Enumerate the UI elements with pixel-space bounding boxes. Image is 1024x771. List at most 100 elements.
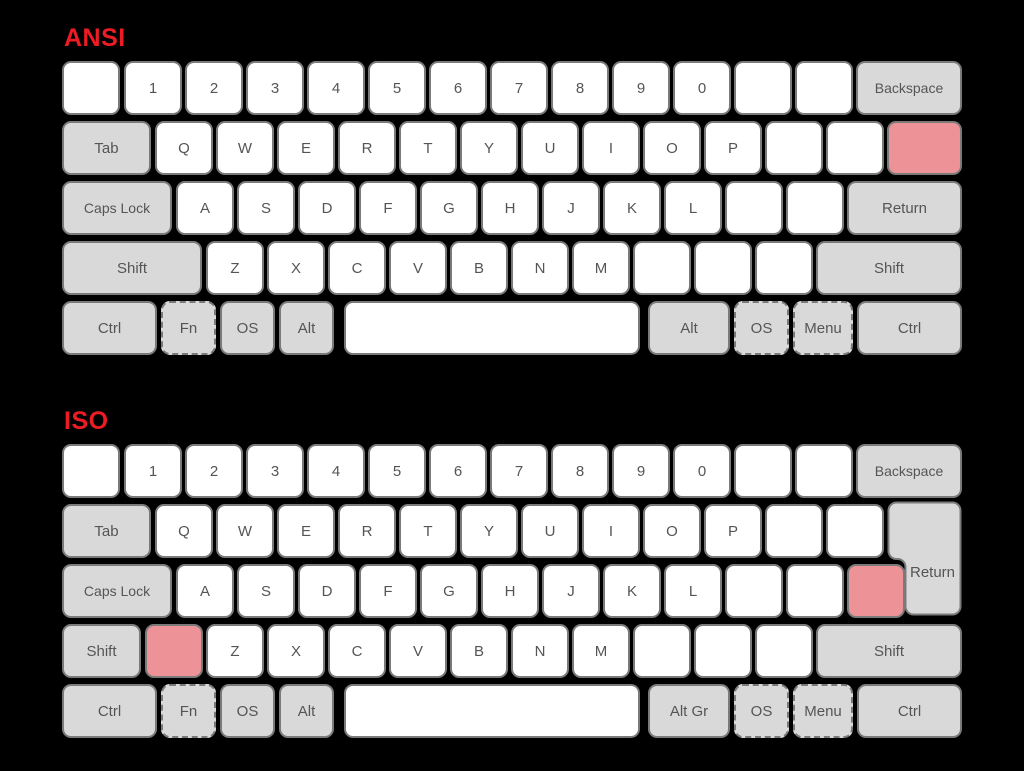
key-y[interactable]: Y xyxy=(460,121,518,175)
key-l[interactable]: L xyxy=(664,181,722,235)
key-f[interactable]: F xyxy=(359,181,417,235)
key-blank[interactable] xyxy=(795,61,853,115)
key-n[interactable]: N xyxy=(511,624,569,678)
key-g[interactable]: G xyxy=(420,181,478,235)
key-backspace[interactable]: Backspace xyxy=(856,61,962,115)
key-j[interactable]: J xyxy=(542,181,600,235)
key-blank[interactable] xyxy=(62,444,120,498)
key-blank[interactable] xyxy=(826,504,884,558)
key-5[interactable]: 5 xyxy=(368,61,426,115)
key-blank[interactable] xyxy=(765,504,823,558)
key-return[interactable]: Return xyxy=(847,181,962,235)
key-blank[interactable] xyxy=(826,121,884,175)
key-b[interactable]: B xyxy=(450,241,508,295)
key-os[interactable]: OS xyxy=(220,301,275,355)
key-fn[interactable]: Fn xyxy=(161,684,216,738)
key-shift[interactable]: Shift xyxy=(816,241,962,295)
key-k[interactable]: K xyxy=(603,564,661,618)
key-e[interactable]: E xyxy=(277,121,335,175)
key-blank[interactable] xyxy=(887,121,962,175)
key-alt[interactable]: Alt xyxy=(279,684,334,738)
key-return-iso[interactable]: Return xyxy=(887,501,962,616)
key-g[interactable]: G xyxy=(420,564,478,618)
key-v[interactable]: V xyxy=(389,241,447,295)
key-blank[interactable] xyxy=(755,241,813,295)
key-blank[interactable] xyxy=(734,61,792,115)
key-i[interactable]: I xyxy=(582,504,640,558)
key-y[interactable]: Y xyxy=(460,504,518,558)
key-s[interactable]: S xyxy=(237,564,295,618)
key-z[interactable]: Z xyxy=(206,241,264,295)
key-0[interactable]: 0 xyxy=(673,61,731,115)
key-r[interactable]: R xyxy=(338,504,396,558)
key-l[interactable]: L xyxy=(664,564,722,618)
key-h[interactable]: H xyxy=(481,564,539,618)
key-9[interactable]: 9 xyxy=(612,444,670,498)
key-6[interactable]: 6 xyxy=(429,61,487,115)
key-q[interactable]: Q xyxy=(155,504,213,558)
key-n[interactable]: N xyxy=(511,241,569,295)
key-ctrl[interactable]: Ctrl xyxy=(857,684,962,738)
key-alt-gr[interactable]: Alt Gr xyxy=(648,684,730,738)
key-f[interactable]: F xyxy=(359,564,417,618)
key-t[interactable]: T xyxy=(399,504,457,558)
key-blank[interactable] xyxy=(694,624,752,678)
key-8[interactable]: 8 xyxy=(551,444,609,498)
key-7[interactable]: 7 xyxy=(490,61,548,115)
key-d[interactable]: D xyxy=(298,181,356,235)
key-caps-lock[interactable]: Caps Lock xyxy=(62,181,172,235)
key-blank[interactable] xyxy=(633,624,691,678)
key-7[interactable]: 7 xyxy=(490,444,548,498)
key-s[interactable]: S xyxy=(237,181,295,235)
key-t[interactable]: T xyxy=(399,121,457,175)
key-blank[interactable] xyxy=(725,181,783,235)
key-k[interactable]: K xyxy=(603,181,661,235)
key-os[interactable]: OS xyxy=(734,301,789,355)
key-x[interactable]: X xyxy=(267,241,325,295)
key-j[interactable]: J xyxy=(542,564,600,618)
key-blank[interactable] xyxy=(786,181,844,235)
key-blank[interactable] xyxy=(725,564,783,618)
key-4[interactable]: 4 xyxy=(307,444,365,498)
key-r[interactable]: R xyxy=(338,121,396,175)
key-p[interactable]: P xyxy=(704,504,762,558)
key-3[interactable]: 3 xyxy=(246,61,304,115)
key-x[interactable]: X xyxy=(267,624,325,678)
key-blank[interactable] xyxy=(633,241,691,295)
key-shift[interactable]: Shift xyxy=(62,624,141,678)
key-c[interactable]: C xyxy=(328,241,386,295)
key-a[interactable]: A xyxy=(176,564,234,618)
key-ctrl[interactable]: Ctrl xyxy=(62,684,157,738)
key-i[interactable]: I xyxy=(582,121,640,175)
key-4[interactable]: 4 xyxy=(307,61,365,115)
key-ctrl[interactable]: Ctrl xyxy=(62,301,157,355)
key-blank[interactable] xyxy=(344,684,640,738)
key-u[interactable]: U xyxy=(521,121,579,175)
key-v[interactable]: V xyxy=(389,624,447,678)
key-2[interactable]: 2 xyxy=(185,61,243,115)
key-menu[interactable]: Menu xyxy=(793,301,853,355)
key-o[interactable]: O xyxy=(643,504,701,558)
key-5[interactable]: 5 xyxy=(368,444,426,498)
key-o[interactable]: O xyxy=(643,121,701,175)
key-u[interactable]: U xyxy=(521,504,579,558)
key-shift[interactable]: Shift xyxy=(62,241,202,295)
key-shift[interactable]: Shift xyxy=(816,624,962,678)
key-backspace[interactable]: Backspace xyxy=(856,444,962,498)
key-1[interactable]: 1 xyxy=(124,61,182,115)
key-caps-lock[interactable]: Caps Lock xyxy=(62,564,172,618)
key-q[interactable]: Q xyxy=(155,121,213,175)
key-3[interactable]: 3 xyxy=(246,444,304,498)
key-w[interactable]: W xyxy=(216,121,274,175)
key-e[interactable]: E xyxy=(277,504,335,558)
key-blank[interactable] xyxy=(145,624,203,678)
key-w[interactable]: W xyxy=(216,504,274,558)
key-blank[interactable] xyxy=(786,564,844,618)
key-blank[interactable] xyxy=(755,624,813,678)
key-tab[interactable]: Tab xyxy=(62,121,151,175)
key-ctrl[interactable]: Ctrl xyxy=(857,301,962,355)
key-blank[interactable] xyxy=(694,241,752,295)
key-blank[interactable] xyxy=(344,301,640,355)
key-z[interactable]: Z xyxy=(206,624,264,678)
key-blank[interactable] xyxy=(795,444,853,498)
